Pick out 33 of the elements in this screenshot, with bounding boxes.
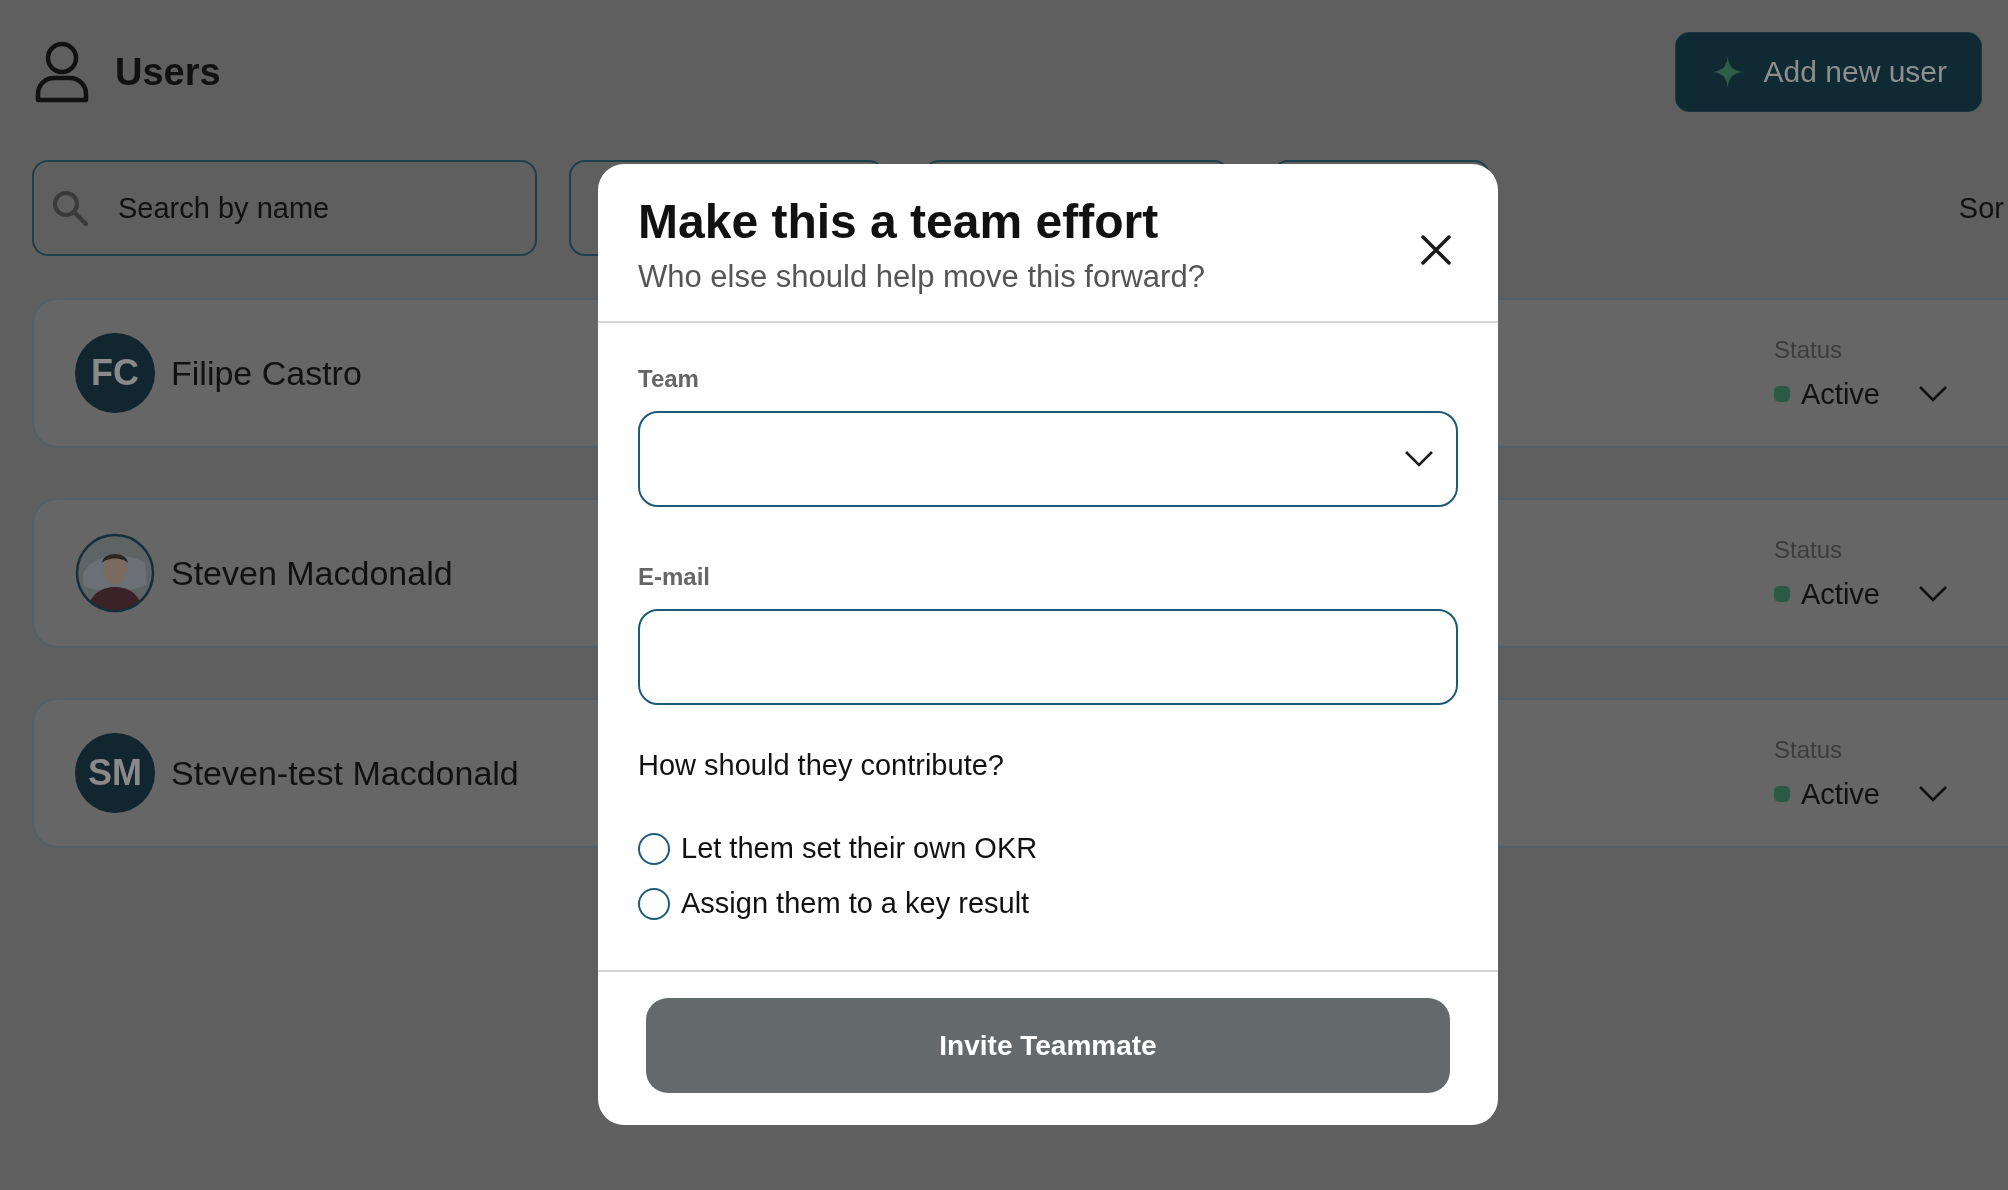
radio-button[interactable] — [638, 832, 670, 865]
chevron-icon — [1918, 785, 1948, 803]
radio-button[interactable] — [638, 887, 670, 920]
email-field[interactable] — [638, 609, 1458, 705]
chevron-icon — [1918, 585, 1948, 603]
status-dropdown[interactable]: Active — [1774, 377, 2008, 411]
status-value: Active — [1801, 377, 1880, 411]
user-name: Steven Macdonald — [171, 553, 453, 593]
close-icon[interactable] — [1420, 234, 1452, 266]
status-value: Active — [1801, 777, 1880, 811]
page-title: Users — [115, 50, 221, 94]
dialog-title: Make this a team effort — [638, 194, 1160, 249]
user-icon — [35, 41, 89, 103]
status-dropdown[interactable]: Active — [1774, 777, 2008, 811]
user-avatar: FC — [75, 333, 155, 413]
chevron-icon — [1918, 385, 1948, 403]
add-user-button[interactable]: Add new user — [1675, 32, 1982, 112]
user-avatar: SM — [75, 733, 155, 813]
status-value: Active — [1801, 577, 1880, 611]
search-icon — [50, 188, 90, 228]
search-field[interactable]: Search by name — [32, 160, 537, 256]
radio-option[interactable]: Let them set their own OKR — [638, 832, 1458, 865]
user-name: Steven-test Macdonald — [171, 753, 519, 793]
radio-option[interactable]: Assign them to a key result — [638, 887, 1458, 920]
sort-label: Sor — [1958, 191, 2004, 225]
chevron-icon — [1404, 450, 1434, 468]
team-select[interactable] — [638, 411, 1458, 507]
question-text: How should they contribute? — [638, 749, 1005, 782]
status-dropdown[interactable]: Active — [1774, 577, 2008, 611]
user-name: Filipe Castro — [171, 353, 362, 393]
dialog-subtitle: Who else should help move this forward? — [638, 259, 1205, 295]
field-label: Team — [638, 365, 700, 393]
field-label: E-mail — [638, 563, 712, 591]
